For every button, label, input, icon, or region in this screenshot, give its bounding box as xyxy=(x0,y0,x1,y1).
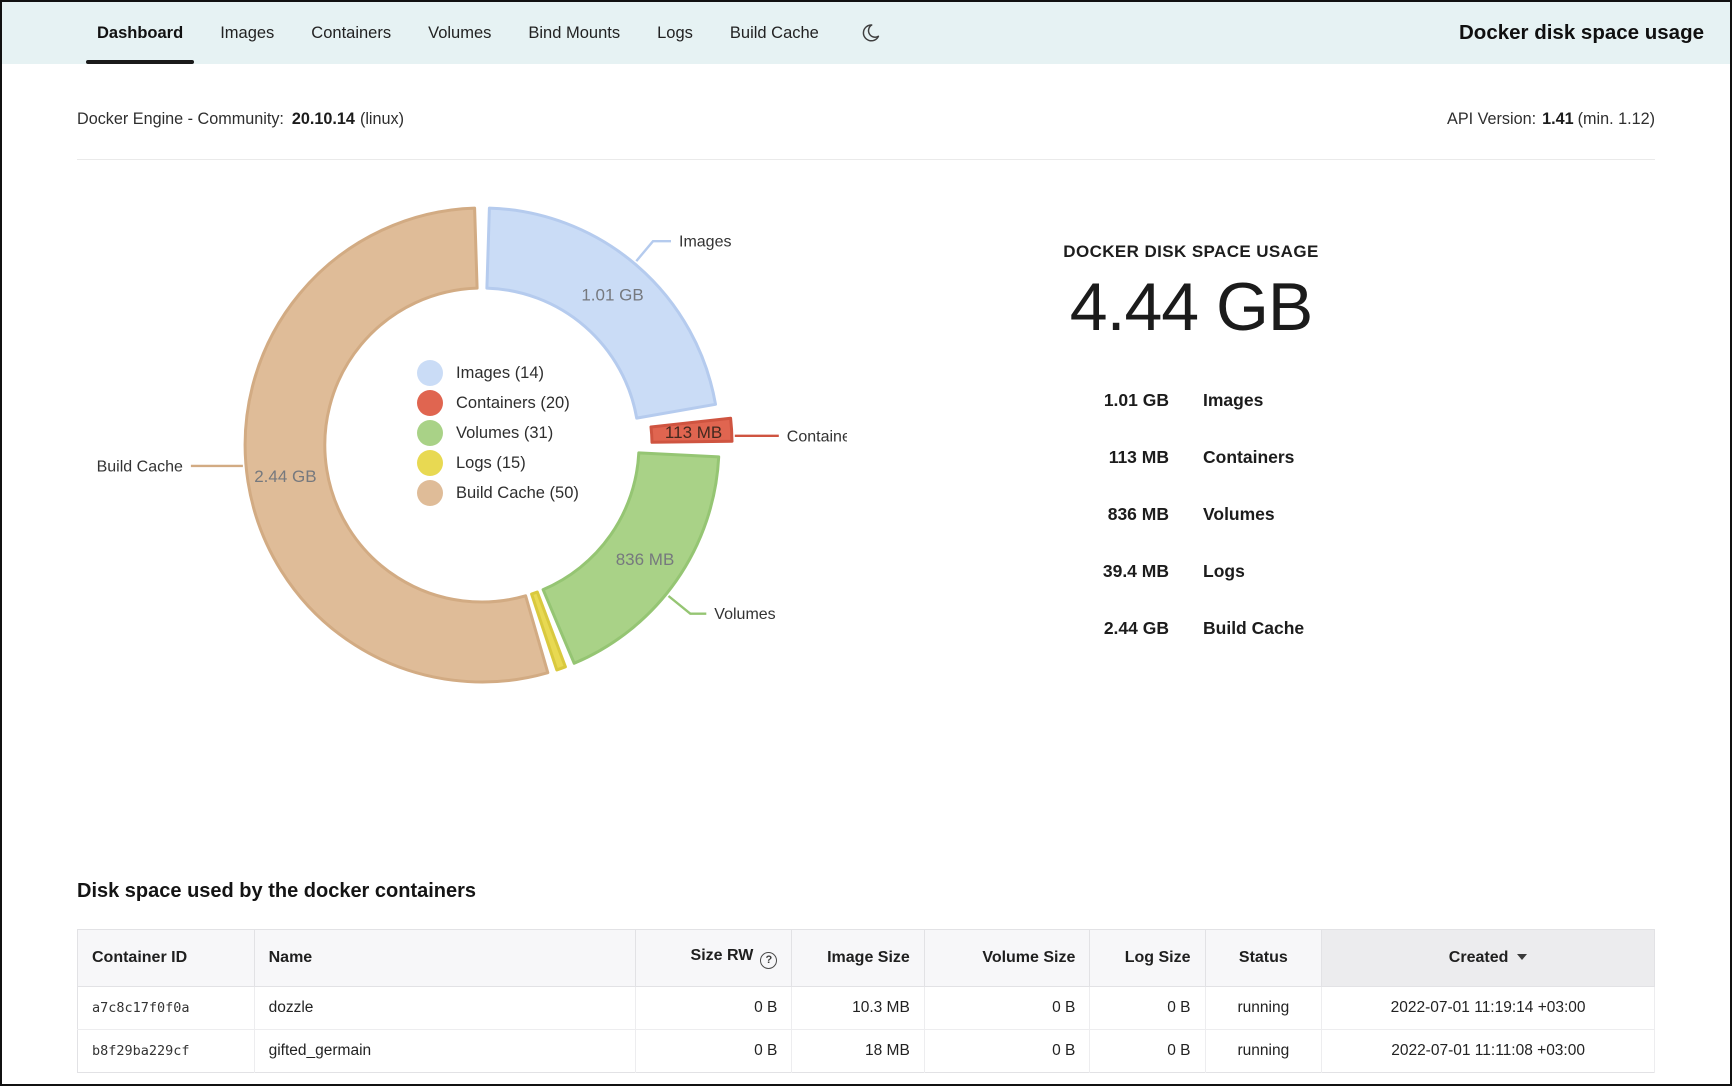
cell-status: running xyxy=(1205,986,1322,1029)
dark-mode-toggle[interactable] xyxy=(853,2,887,64)
legend-swatch-images xyxy=(417,360,443,386)
chart-legend: Images (14) Containers (20) Volumes (31)… xyxy=(417,358,579,508)
segment-size-label: 836 MB xyxy=(616,550,675,569)
col-header-volume-size[interactable]: Volume Size xyxy=(924,930,1090,987)
nav-tabs: Dashboard Images Containers Volumes Bind… xyxy=(86,2,887,64)
col-header-size-rw[interactable]: Size RW? xyxy=(636,930,792,987)
containers-table: Container ID Name Size RW? Image Size Vo… xyxy=(77,929,1655,1073)
summary-size: 39.4 MB xyxy=(1019,561,1169,582)
cell-image-size: 18 MB xyxy=(792,1029,924,1072)
cell-log-size: 0 B xyxy=(1090,1029,1205,1072)
legend-item-logs[interactable]: Logs (15) xyxy=(417,448,579,478)
cell-size-rw: 0 B xyxy=(636,1029,792,1072)
cell-name: dozzle xyxy=(254,986,636,1029)
legend-swatch-containers xyxy=(417,390,443,416)
cell-created: 2022-07-01 11:19:14 +03:00 xyxy=(1322,986,1655,1029)
tab-volumes[interactable]: Volumes xyxy=(417,2,502,64)
legend-item-build-cache[interactable]: Build Cache (50) xyxy=(417,478,579,508)
col-header-log-size[interactable]: Log Size xyxy=(1090,930,1205,987)
moon-icon xyxy=(859,22,881,44)
summary-item-images: 1.01 GB Images xyxy=(1019,372,1363,429)
legend-label: Build Cache (50) xyxy=(456,484,579,503)
table-header-row: Container ID Name Size RW? Image Size Vo… xyxy=(78,930,1655,987)
legend-swatch-build-cache xyxy=(417,480,443,506)
segment-callout-label: Build Cache xyxy=(97,458,183,475)
cell-volume-size: 0 B xyxy=(924,1029,1090,1072)
col-header-created[interactable]: Created xyxy=(1322,930,1655,987)
main-content: Docker Engine - Community:20.10.14(linux… xyxy=(2,64,1730,1073)
cell-log-size: 0 B xyxy=(1090,986,1205,1029)
summary-title: DOCKER DISK SPACE USAGE xyxy=(1063,242,1318,262)
cell-volume-size: 0 B xyxy=(924,986,1090,1029)
disk-usage-summary: DOCKER DISK SPACE USAGE 4.44 GB 1.01 GB … xyxy=(847,190,1655,690)
segment-callout-label: Images xyxy=(679,234,731,251)
segment-callout-label: Containers xyxy=(787,428,847,445)
legend-label: Volumes (31) xyxy=(456,424,553,443)
cell-container-id: a7c8c17f0f0a xyxy=(78,986,255,1029)
summary-size: 2.44 GB xyxy=(1019,618,1169,639)
legend-label: Images (14) xyxy=(456,364,544,383)
summary-label: Containers xyxy=(1203,447,1363,468)
cell-container-id: b8f29ba229cf xyxy=(78,1029,255,1072)
divider xyxy=(77,159,1655,160)
top-nav: Dashboard Images Containers Volumes Bind… xyxy=(2,2,1730,64)
legend-swatch-logs xyxy=(417,450,443,476)
callout-line xyxy=(636,241,671,261)
summary-total: 4.44 GB xyxy=(1070,268,1313,346)
dashboard-section: 1.01 GB Images 113 MB Containers 836 MB Volum… xyxy=(77,190,1655,690)
tab-images[interactable]: Images xyxy=(209,2,285,64)
api-version-text: API Version:1.41(min. 1.12) xyxy=(1447,110,1655,129)
legend-item-volumes[interactable]: Volumes (31) xyxy=(417,418,579,448)
disk-usage-donut-chart: 1.01 GB Images 113 MB Containers 836 MB Volum… xyxy=(87,190,847,690)
summary-item-containers: 113 MB Containers xyxy=(1019,429,1363,486)
callout-line xyxy=(669,596,707,614)
segment-size-label: 2.44 GB xyxy=(254,467,316,486)
cell-size-rw: 0 B xyxy=(636,986,792,1029)
tab-containers[interactable]: Containers xyxy=(300,2,402,64)
cell-created: 2022-07-01 11:11:08 +03:00 xyxy=(1322,1029,1655,1072)
engine-version-text: Docker Engine - Community:20.10.14(linux… xyxy=(77,110,404,129)
cell-name: gifted_germain xyxy=(254,1029,636,1072)
containers-table-title: Disk space used by the docker containers xyxy=(77,880,1655,903)
summary-size: 836 MB xyxy=(1019,504,1169,525)
help-icon[interactable]: ? xyxy=(760,952,777,969)
table-row: a7c8c17f0f0a dozzle 0 B 10.3 MB 0 B 0 B … xyxy=(78,986,1655,1029)
legend-swatch-volumes xyxy=(417,420,443,446)
summary-label: Build Cache xyxy=(1203,618,1363,639)
summary-list: 1.01 GB Images 113 MB Containers 836 MB … xyxy=(1019,372,1363,657)
app-title: Docker disk space usage xyxy=(1459,21,1704,45)
summary-item-logs: 39.4 MB Logs xyxy=(1019,543,1363,600)
cell-image-size: 10.3 MB xyxy=(792,986,924,1029)
segment-size-label: 1.01 GB xyxy=(581,286,643,305)
col-header-status[interactable]: Status xyxy=(1205,930,1322,987)
tab-bind-mounts[interactable]: Bind Mounts xyxy=(517,2,631,64)
legend-label: Logs (15) xyxy=(456,454,526,473)
tab-build-cache[interactable]: Build Cache xyxy=(719,2,830,64)
col-header-container-id[interactable]: Container ID xyxy=(78,930,255,987)
summary-label: Images xyxy=(1203,390,1363,411)
legend-item-images[interactable]: Images (14) xyxy=(417,358,579,388)
col-header-name[interactable]: Name xyxy=(254,930,636,987)
summary-size: 1.01 GB xyxy=(1019,390,1169,411)
summary-item-volumes: 836 MB Volumes xyxy=(1019,486,1363,543)
col-header-image-size[interactable]: Image Size xyxy=(792,930,924,987)
tab-dashboard[interactable]: Dashboard xyxy=(86,2,194,64)
summary-item-build-cache: 2.44 GB Build Cache xyxy=(1019,600,1363,657)
summary-label: Logs xyxy=(1203,561,1363,582)
sort-desc-icon xyxy=(1517,954,1527,960)
app-window: Dashboard Images Containers Volumes Bind… xyxy=(0,0,1732,1086)
cell-status: running xyxy=(1205,1029,1322,1072)
summary-label: Volumes xyxy=(1203,504,1363,525)
legend-label: Containers (20) xyxy=(456,394,570,413)
segment-size-label: 113 MB xyxy=(665,423,722,442)
segment-callout-label: Volumes xyxy=(714,606,775,623)
table-row: b8f29ba229cf gifted_germain 0 B 18 MB 0 … xyxy=(78,1029,1655,1072)
engine-info-row: Docker Engine - Community:20.10.14(linux… xyxy=(77,64,1655,129)
legend-item-containers[interactable]: Containers (20) xyxy=(417,388,579,418)
tab-logs[interactable]: Logs xyxy=(646,2,704,64)
summary-size: 113 MB xyxy=(1019,447,1169,468)
